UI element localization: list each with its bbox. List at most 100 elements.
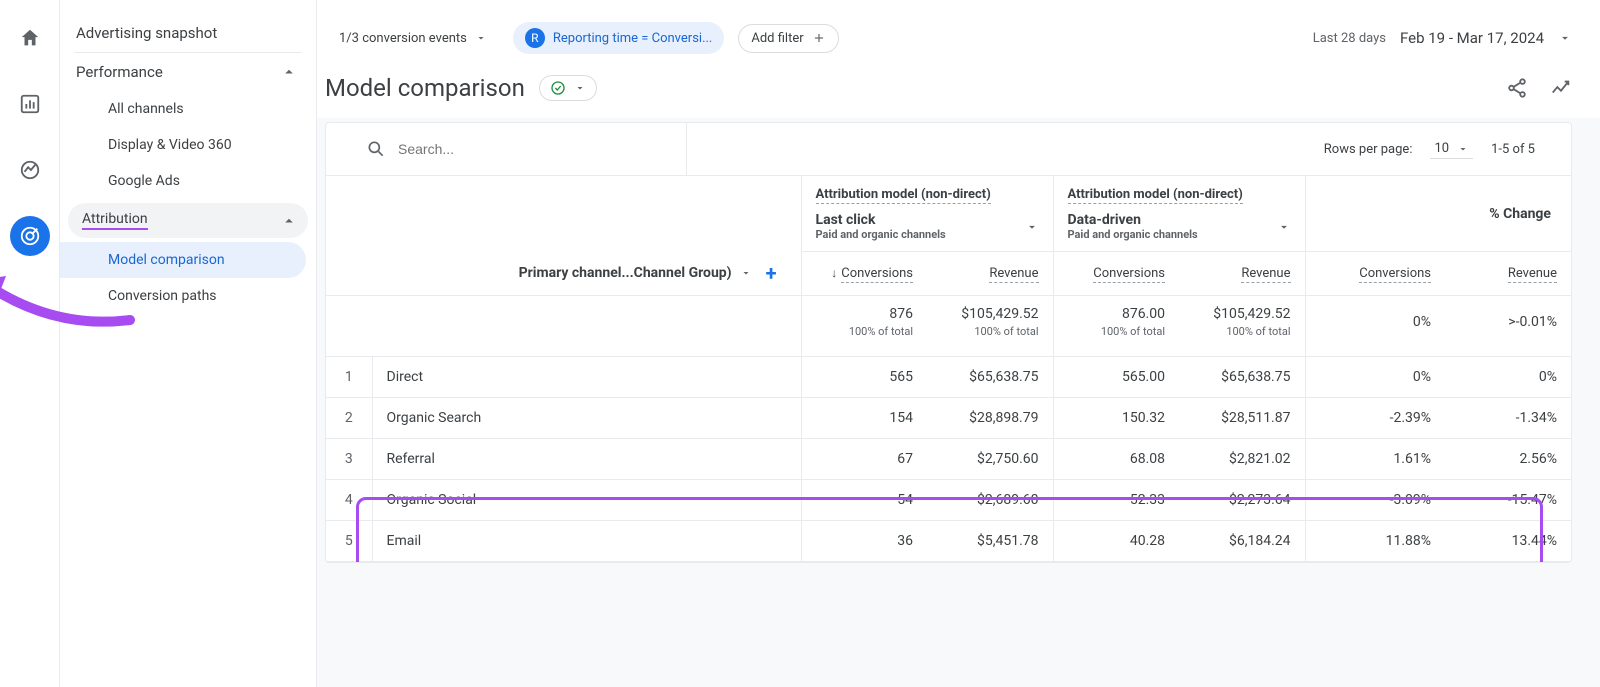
sidebar-item[interactable]: Google Ads — [60, 163, 316, 199]
row-label: Email — [372, 521, 801, 562]
change-title: % Change — [1489, 206, 1551, 222]
col-g1-conversions[interactable]: ↓Conversions — [801, 252, 927, 296]
cell: 2.56% — [1445, 439, 1571, 480]
sidebar-item[interactable]: All channels — [60, 91, 316, 127]
col-chg-revenue[interactable]: Revenue — [1445, 252, 1571, 296]
share-icon[interactable] — [1506, 77, 1528, 99]
cell: 68.08 — [1053, 439, 1179, 480]
sidebar-item[interactable]: Display & Video 360 — [60, 127, 316, 163]
cell: 67 — [801, 439, 927, 480]
cell: -2.39% — [1305, 398, 1445, 439]
home-icon[interactable] — [10, 18, 50, 58]
rows-per-page-select[interactable]: 10 — [1430, 139, 1473, 159]
add-dimension-button[interactable]: + — [766, 261, 777, 285]
sidenav: Advertising snapshot Performance All cha… — [60, 0, 317, 687]
caret-down-icon — [574, 82, 586, 94]
total-chg-conv: 0% — [1413, 314, 1431, 330]
main: 1/3 conversion events R Reporting time =… — [317, 0, 1600, 687]
nav-performance[interactable]: Performance — [60, 53, 316, 91]
search-icon — [366, 139, 386, 159]
dimension-dropdown[interactable]: Primary channel...Channel Group) — [519, 265, 752, 281]
comparison-table: Primary channel...Channel Group) + Attri… — [326, 176, 1571, 562]
caret-down-icon[interactable] — [1558, 31, 1572, 45]
label: Add filter — [751, 31, 803, 46]
reports-icon[interactable] — [10, 84, 50, 124]
cell: $28,898.79 — [927, 398, 1053, 439]
row-index: 3 — [326, 439, 372, 480]
nav-advertising-snapshot[interactable]: Advertising snapshot — [60, 14, 316, 52]
cell: 52.33 — [1053, 480, 1179, 521]
label: Attribution — [82, 211, 148, 230]
group1-model-dropdown[interactable] — [1025, 220, 1039, 234]
cell: $28,511.87 — [1179, 398, 1305, 439]
caret-down-icon — [740, 267, 752, 279]
cell: $6,184.24 — [1179, 521, 1305, 562]
cell: 40.28 — [1053, 521, 1179, 562]
row-label: Direct — [372, 357, 801, 398]
nav-attribution[interactable]: Attribution — [68, 203, 308, 238]
add-filter-button[interactable]: Add filter — [738, 24, 838, 53]
search-input[interactable] — [398, 141, 598, 157]
group1-sub: Paid and organic channels — [816, 228, 946, 241]
cell: $2,273.64 — [1179, 480, 1305, 521]
col-g1-revenue[interactable]: Revenue — [927, 252, 1053, 296]
total-g2-rev: $105,429.52 — [1213, 306, 1290, 322]
check-circle-icon — [550, 80, 566, 96]
status-dropdown[interactable] — [539, 75, 597, 101]
cell: 36 — [801, 521, 927, 562]
row-label: Referral — [372, 439, 801, 480]
group2-model: Data-driven — [1068, 212, 1198, 228]
caret-down-icon — [475, 32, 487, 44]
table-row[interactable]: 3Referral67$2,750.6068.08$2,821.021.61%2… — [326, 439, 1571, 480]
page-title: Model comparison — [325, 74, 525, 102]
comparison-card: Rows per page: 10 1-5 of 5 — [325, 122, 1572, 563]
row-label: Organic Social — [372, 480, 801, 521]
row-index: 4 — [326, 480, 372, 521]
topbar: 1/3 conversion events R Reporting time =… — [317, 0, 1600, 68]
col-g2-revenue[interactable]: Revenue — [1179, 252, 1305, 296]
cell: 154 — [801, 398, 927, 439]
cell: -15.47% — [1445, 480, 1571, 521]
group2-sub: Paid and organic channels — [1068, 228, 1198, 241]
cell: 11.88% — [1305, 521, 1445, 562]
row-index: 5 — [326, 521, 372, 562]
cell: 150.32 — [1053, 398, 1179, 439]
cell: 13.44% — [1445, 521, 1571, 562]
date-range-label: Last 28 days — [1313, 31, 1386, 46]
label: Advertising snapshot — [76, 24, 217, 42]
cell: -3.09% — [1305, 480, 1445, 521]
label: 1/3 conversion events — [339, 31, 467, 46]
conversion-events-dropdown[interactable]: 1/3 conversion events — [327, 25, 499, 52]
filter-badge: R — [525, 28, 545, 48]
table-row[interactable]: 5Email36$5,451.7840.28$6,184.2411.88%13.… — [326, 521, 1571, 562]
page-status: 1-5 of 5 — [1491, 142, 1535, 157]
cell: $65,638.75 — [927, 357, 1053, 398]
table-row[interactable]: 1Direct565$65,638.75565.00$65,638.750%0% — [326, 357, 1571, 398]
date-range-value[interactable]: Feb 19 - Mar 17, 2024 — [1400, 29, 1544, 47]
cell: $2,750.60 — [927, 439, 1053, 480]
cell: 0% — [1305, 357, 1445, 398]
caret-down-icon — [1457, 143, 1469, 155]
table-row[interactable]: 4Organic Social54$2,689.6052.33$2,273.64… — [326, 480, 1571, 521]
group2-model-dropdown[interactable] — [1277, 220, 1291, 234]
table-search[interactable] — [326, 125, 686, 173]
cell: -1.34% — [1445, 398, 1571, 439]
col-g2-conversions[interactable]: Conversions — [1053, 252, 1179, 296]
row-index: 2 — [326, 398, 372, 439]
cell: $2,821.02 — [1179, 439, 1305, 480]
cell: 54 — [801, 480, 927, 521]
explore-icon[interactable] — [10, 150, 50, 190]
group1-model: Last click — [816, 212, 946, 228]
group2-title: Attribution model (non-direct) — [1068, 187, 1243, 204]
annotation-arrow — [0, 240, 150, 340]
filter-chip-reporting-time[interactable]: R Reporting time = Conversi... — [513, 22, 724, 54]
col-chg-conversions[interactable]: Conversions — [1305, 252, 1445, 296]
insights-icon[interactable] — [1550, 77, 1572, 99]
table-row[interactable]: 2Organic Search154$28,898.79150.32$28,51… — [326, 398, 1571, 439]
row-label: Organic Search — [372, 398, 801, 439]
cell: 565.00 — [1053, 357, 1179, 398]
cell: $65,638.75 — [1179, 357, 1305, 398]
cell: 1.61% — [1305, 439, 1445, 480]
value: 10 — [1434, 141, 1449, 156]
label: Primary channel...Channel Group) — [519, 265, 732, 281]
